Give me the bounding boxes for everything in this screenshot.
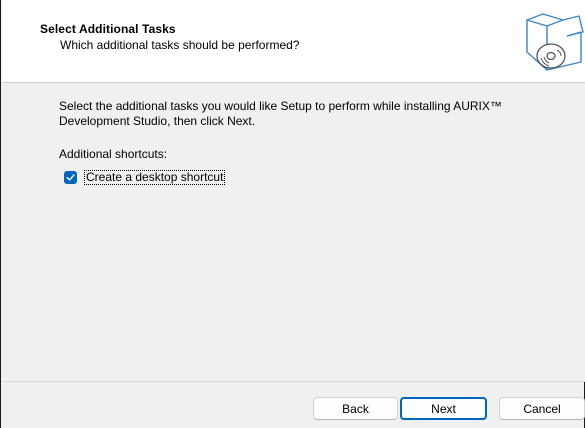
next-button[interactable]: Next bbox=[400, 397, 487, 420]
checkmark-icon bbox=[66, 173, 75, 181]
cancel-button[interactable]: Cancel bbox=[499, 397, 585, 420]
desktop-shortcut-label[interactable]: Create a desktop shortcut bbox=[84, 169, 226, 185]
wizard-body: Select the additional tasks you would li… bbox=[2, 83, 585, 381]
footer-divider bbox=[2, 381, 585, 382]
page-subtitle: Which additional tasks should be perform… bbox=[60, 38, 300, 52]
instructions-text: Select the additional tasks you would li… bbox=[59, 99, 502, 128]
desktop-shortcut-option[interactable]: Create a desktop shortcut bbox=[64, 169, 226, 185]
setup-box-disc-icon bbox=[526, 13, 584, 71]
setup-wizard-window: Select Additional Tasks Which additional… bbox=[0, 0, 585, 428]
page-title: Select Additional Tasks bbox=[40, 22, 176, 36]
additional-shortcuts-label: Additional shortcuts: bbox=[59, 147, 168, 161]
desktop-shortcut-checkbox[interactable] bbox=[64, 170, 77, 184]
wizard-header: Select Additional Tasks Which additional… bbox=[2, 0, 585, 83]
back-button[interactable]: Back bbox=[313, 397, 398, 420]
